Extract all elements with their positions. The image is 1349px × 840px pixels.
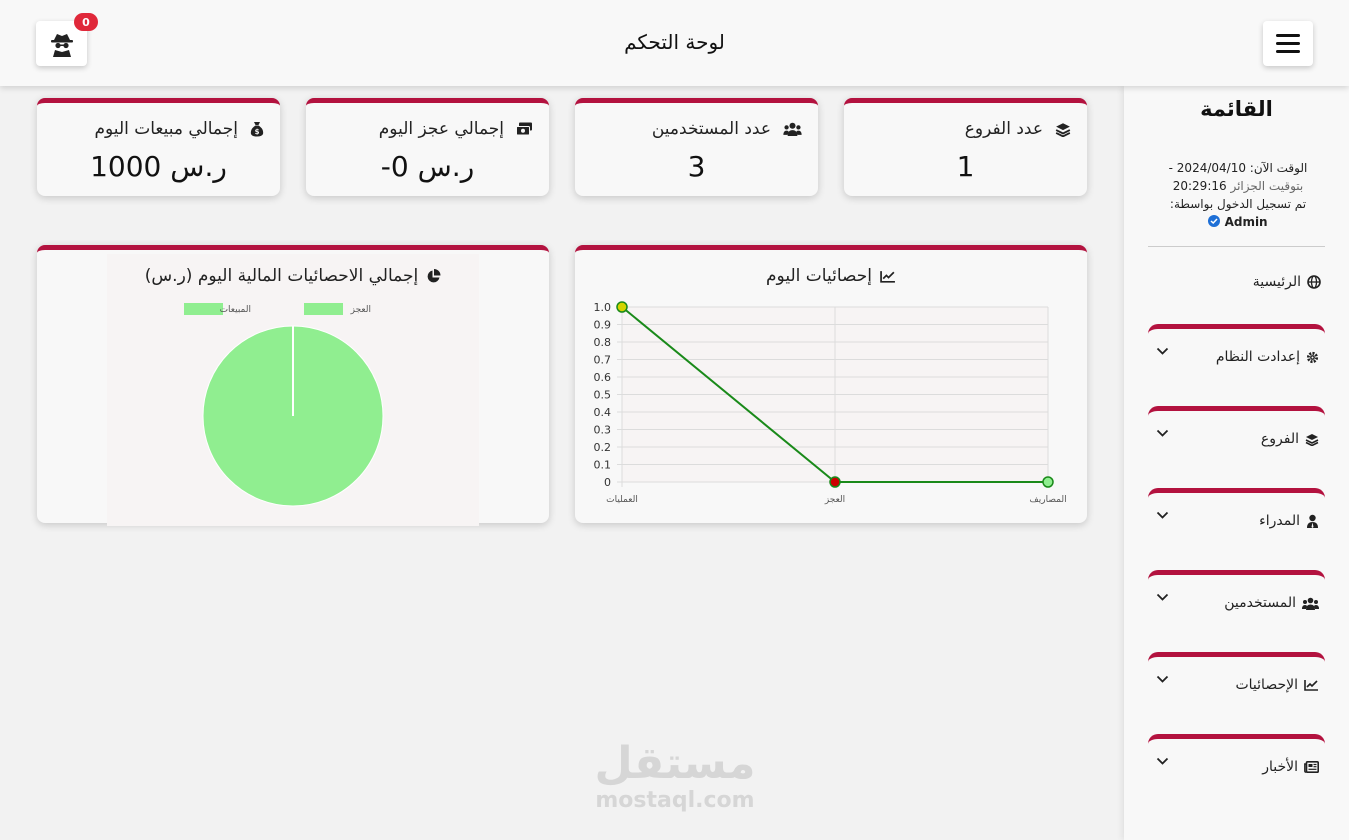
data-point — [1042, 476, 1054, 488]
x-tick-label: العمليات — [606, 495, 638, 505]
sidebar-item-label: المستخدمين — [1224, 595, 1296, 611]
sidebar-divider — [1148, 246, 1325, 247]
stat-value: -0 ر.س — [380, 150, 475, 183]
chart-line-icon — [1304, 680, 1318, 691]
data-point — [829, 476, 841, 488]
layers-icon — [1055, 122, 1071, 137]
y-tick-label: 0.7 — [594, 354, 612, 367]
y-tick-label: 0.3 — [594, 424, 612, 437]
top-bar: لوحة التحكم 0 — [0, 0, 1349, 86]
y-tick-label: 0.2 — [594, 441, 612, 454]
sidebar-item-label: الأخبار — [1262, 759, 1298, 775]
sidebar-item-label: الإحصائيات — [1235, 677, 1298, 693]
stat-value: 1 — [956, 150, 975, 183]
chevron-down-icon — [1156, 347, 1169, 355]
y-tick-label: 0 — [604, 476, 611, 489]
stat-card-users: عدد المستخدمين 3 — [575, 98, 818, 196]
chevron-down-icon — [1156, 757, 1169, 765]
stat-label: عدد المستخدمين — [651, 119, 771, 139]
layers-icon — [1305, 433, 1319, 446]
mostaql-watermark: مستقل mostaql.com — [594, 738, 756, 814]
chevron-down-icon — [1156, 511, 1169, 519]
money-icon — [516, 122, 532, 136]
daily-stats-chart-card: إحصائيات اليوم 1.0 0.9 0.8 0.7 0.6 0.5 0.4 0.3 0… — [575, 245, 1087, 523]
users-icon — [1302, 597, 1319, 610]
pie-chart: العجز المبيعات — [184, 303, 384, 507]
spy-icon — [50, 33, 73, 57]
stat-value: 3 — [687, 150, 706, 183]
stat-value: 1000 ر.س — [90, 150, 227, 183]
y-tick-label: 0.9 — [594, 319, 612, 332]
data-point — [616, 301, 628, 313]
x-tick-label: العجز — [824, 495, 845, 505]
stat-label: إجمالي عجز اليوم — [378, 119, 504, 139]
page-title: لوحة التحكم — [624, 30, 725, 54]
sidebar-group-statistics[interactable]: الإحصائيات — [1148, 652, 1325, 698]
y-tick-label: 0.6 — [594, 371, 612, 384]
stat-label: إجمالي مبيعات اليوم — [94, 119, 239, 139]
sidebar-item-label: إعدادت النظام — [1215, 349, 1300, 365]
money-bag-icon: $ — [250, 122, 264, 137]
sidebar: القائمة الوقت الآن: 2024/04/10 - بتوقيت … — [1124, 86, 1349, 840]
y-tick-label: 1.0 — [594, 301, 612, 314]
sidebar-group-users[interactable]: المستخدمين — [1148, 570, 1325, 616]
newspaper-icon — [1304, 761, 1319, 773]
financial-stats-chart-card: إجمالي الاحصائيات المالية اليوم (ر.س) ال… — [37, 245, 549, 526]
stat-card-branches: عدد الفروع 1 — [844, 98, 1087, 196]
sidebar-item-home[interactable]: الرئيسية — [1148, 272, 1325, 292]
legend-swatch — [184, 303, 223, 315]
line-chart: 1.0 0.9 0.8 0.7 0.6 0.5 0.4 0.3 0.2 0.1 0 العمليات ا… — [594, 301, 1067, 505]
stat-card-deficit: إجمالي عجز اليوم -0 ر.س — [306, 98, 549, 196]
stat-card-sales: $ إجمالي مبيعات اليوم 1000 ر.س — [37, 98, 280, 196]
logged-in-user: Admin — [1148, 213, 1328, 231]
notification-badge: 0 — [74, 13, 98, 31]
users-icon — [783, 122, 802, 136]
user-tie-icon — [1307, 514, 1318, 528]
sidebar-group-managers[interactable]: المدراء — [1148, 488, 1325, 534]
sidebar-item-label: الفروع — [1260, 431, 1299, 447]
menu-toggle-button[interactable] — [1263, 21, 1313, 66]
legend-label: العجز — [350, 305, 371, 315]
gear-icon — [1306, 351, 1319, 363]
y-tick-label: 0.5 — [594, 389, 612, 402]
globe-icon — [1307, 275, 1321, 289]
sidebar-group-settings[interactable]: إعدادت النظام — [1148, 324, 1325, 370]
svg-text:$: $ — [255, 128, 260, 136]
legend-label: المبيعات — [220, 305, 251, 315]
time-zone-line: بتوقيت الجزائر 20:29:16 — [1172, 179, 1304, 193]
y-tick-label: 0.8 — [594, 336, 612, 349]
chevron-down-icon — [1156, 675, 1169, 683]
sidebar-group-news[interactable]: الأخبار — [1148, 734, 1325, 780]
sidebar-title: القائمة — [1200, 97, 1273, 121]
y-tick-label: 0.1 — [594, 459, 612, 472]
login-label: تم تسجيل الدخول بواسطة: — [1169, 197, 1307, 211]
chevron-down-icon — [1156, 593, 1169, 601]
current-time: الوقت الآن: 2024/04/10 - — [1168, 161, 1308, 175]
chevron-down-icon — [1156, 429, 1169, 437]
x-tick-label: المصاريف — [1029, 495, 1066, 505]
sidebar-group-branches[interactable]: الفروع — [1148, 406, 1325, 452]
hamburger-icon — [1276, 34, 1300, 37]
y-tick-label: 0.4 — [594, 406, 612, 419]
verified-icon — [1208, 215, 1221, 227]
stat-label: عدد الفروع — [964, 119, 1043, 139]
legend-swatch — [304, 303, 343, 315]
sidebar-item-label: المدراء — [1259, 513, 1300, 529]
